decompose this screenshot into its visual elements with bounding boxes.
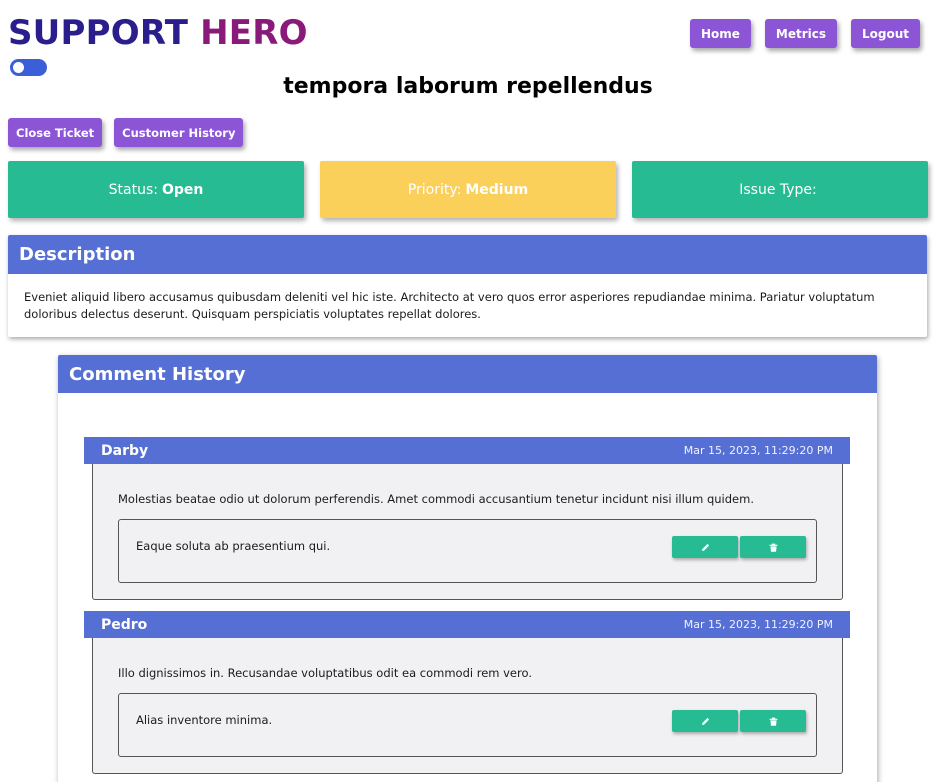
- ticket-actions: Close Ticket Customer History: [8, 118, 244, 147]
- issue-type-card: Issue Type:: [632, 161, 928, 218]
- pencil-icon: [701, 543, 709, 551]
- edit-reply-button[interactable]: [672, 710, 738, 732]
- comment-text: Molestias beatae odio ut dolorum perfere…: [118, 492, 754, 506]
- ticket-info-cards: Status: Open Priority: Medium Issue Type:: [8, 161, 928, 218]
- priority-label: Priority:: [407, 181, 462, 198]
- trash-icon: [769, 717, 777, 726]
- delete-reply-button[interactable]: [740, 536, 806, 558]
- priority-value: Medium: [465, 181, 529, 198]
- brand-word-hero: HERO: [200, 13, 308, 53]
- customer-history-button[interactable]: Customer History: [114, 118, 244, 147]
- toggle-knob: [13, 62, 24, 73]
- app-root: SUPPORT HERO Home Metrics Logout tempora…: [0, 0, 936, 782]
- reply-text: Alias inventore minima.: [136, 713, 273, 727]
- close-ticket-button[interactable]: Close Ticket: [8, 118, 103, 147]
- trash-icon: [769, 543, 777, 552]
- description-panel: Description Eveniet aliquid libero accus…: [8, 235, 927, 337]
- logout-button[interactable]: Logout: [850, 19, 920, 48]
- comment-header: Pedro Mar 15, 2023, 11:29:20 PM: [84, 611, 850, 638]
- comment-body: Molestias beatae odio ut dolorum perfere…: [92, 464, 843, 600]
- status-label: Status:: [108, 181, 158, 198]
- comment-author: Darby: [101, 442, 149, 459]
- issue-type-label: Issue Type:: [739, 181, 817, 198]
- priority-card: Priority: Medium: [320, 161, 616, 218]
- status-card: Status: Open: [8, 161, 304, 218]
- ticket-title: tempora laborum repellendus: [283, 74, 653, 99]
- status-value: Open: [161, 181, 204, 198]
- top-nav: Home Metrics Logout: [689, 19, 920, 48]
- description-text: Eveniet aliquid libero accusamus quibusd…: [24, 290, 875, 321]
- comment-text: Illo dignissimos in. Recusandae voluptat…: [118, 666, 532, 680]
- reply-box: Eaque soluta ab praesentium qui.: [118, 519, 817, 583]
- pencil-icon: [701, 717, 709, 725]
- edit-reply-button[interactable]: [672, 536, 738, 558]
- comment-timestamp: Mar 15, 2023, 11:29:20 PM: [683, 444, 833, 457]
- comment-body: Illo dignissimos in. Recusandae voluptat…: [92, 638, 843, 774]
- brand-logo: SUPPORT HERO: [8, 12, 308, 54]
- reply-box: Alias inventore minima.: [118, 693, 817, 757]
- reply-actions: [672, 710, 806, 732]
- comment-history-heading: Comment History: [58, 355, 877, 393]
- comment-timestamp: Mar 15, 2023, 11:29:20 PM: [683, 618, 833, 631]
- metrics-button[interactable]: Metrics: [764, 19, 837, 48]
- description-heading: Description: [8, 235, 927, 274]
- brand-word-support: SUPPORT: [8, 13, 189, 53]
- comment-header: Darby Mar 15, 2023, 11:29:20 PM: [84, 437, 850, 464]
- comment-history-panel: Comment History Darby Mar 15, 2023, 11:2…: [58, 355, 877, 782]
- home-button[interactable]: Home: [689, 19, 751, 48]
- delete-reply-button[interactable]: [740, 710, 806, 732]
- comment-author: Pedro: [101, 616, 148, 633]
- reply-actions: [672, 536, 806, 558]
- reply-text: Eaque soluta ab praesentium qui.: [136, 539, 331, 553]
